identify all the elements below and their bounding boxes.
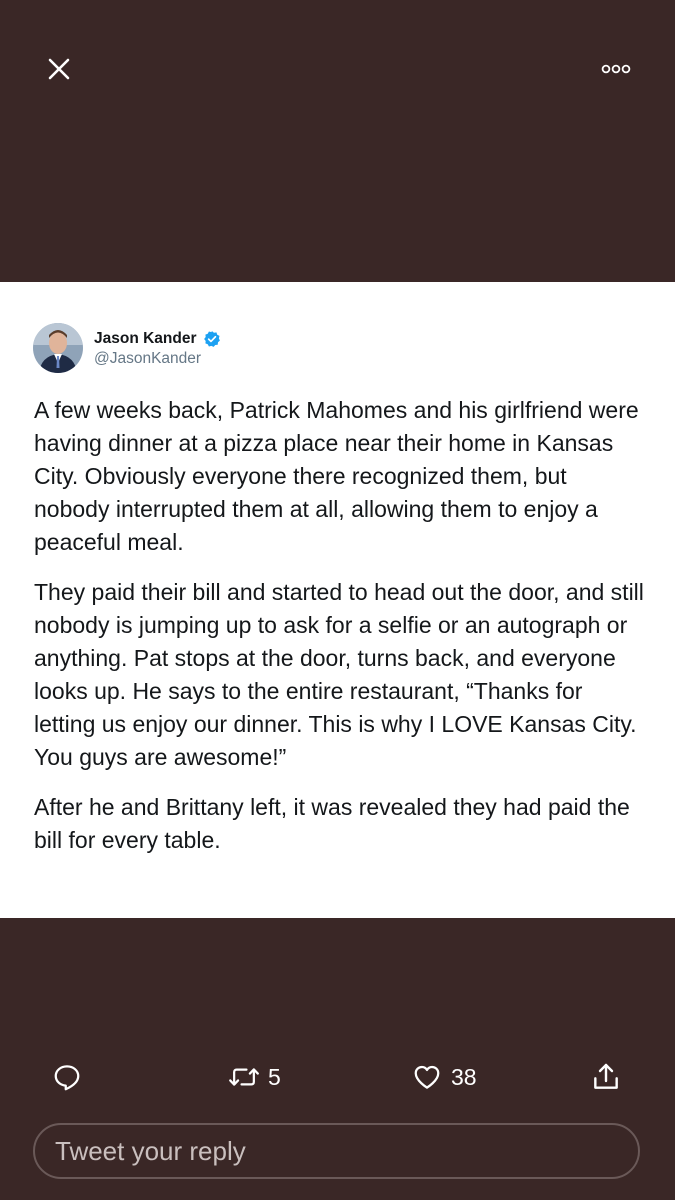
avatar-image xyxy=(33,323,83,373)
tweet-detail-screen: Jason Kander @JasonKander A few weeks ba… xyxy=(0,0,675,1200)
reply-icon xyxy=(54,1065,80,1091)
more-options-button[interactable] xyxy=(592,52,640,86)
tweet-card: Jason Kander @JasonKander A few weeks ba… xyxy=(0,282,675,918)
top-bar xyxy=(0,0,675,140)
tweet-text: A few weeks back, Patrick Mahomes and hi… xyxy=(34,394,646,874)
tweet-paragraph-2: They paid their bill and started to head… xyxy=(34,579,644,770)
close-icon xyxy=(48,58,70,80)
retweet-icon xyxy=(229,1068,259,1086)
reply-input[interactable]: Tweet your reply xyxy=(33,1123,640,1179)
reply-button[interactable] xyxy=(52,1055,82,1099)
retweet-count: 5 xyxy=(268,1063,281,1090)
tweet-paragraph-3: After he and Brittany left, it was revea… xyxy=(34,794,630,853)
author-name-row[interactable]: Jason Kander xyxy=(94,330,221,348)
more-options-icon xyxy=(601,64,631,74)
author-handle[interactable]: @JasonKander xyxy=(94,350,201,368)
share-button[interactable] xyxy=(590,1055,622,1099)
reply-placeholder: Tweet your reply xyxy=(55,1135,246,1166)
retweet-button[interactable]: 5 xyxy=(228,1055,281,1099)
avatar[interactable] xyxy=(33,323,83,373)
share-icon xyxy=(594,1063,618,1089)
like-count: 38 xyxy=(451,1063,477,1090)
like-button[interactable]: 38 xyxy=(411,1055,477,1099)
tweet-actions-bar: 5 38 xyxy=(0,1055,675,1099)
heart-icon xyxy=(414,1065,440,1089)
author-display-name: Jason Kander xyxy=(94,330,197,347)
verified-badge-icon xyxy=(203,330,221,348)
close-button[interactable] xyxy=(38,48,80,90)
tweet-paragraph-1: A few weeks back, Patrick Mahomes and hi… xyxy=(34,397,639,555)
